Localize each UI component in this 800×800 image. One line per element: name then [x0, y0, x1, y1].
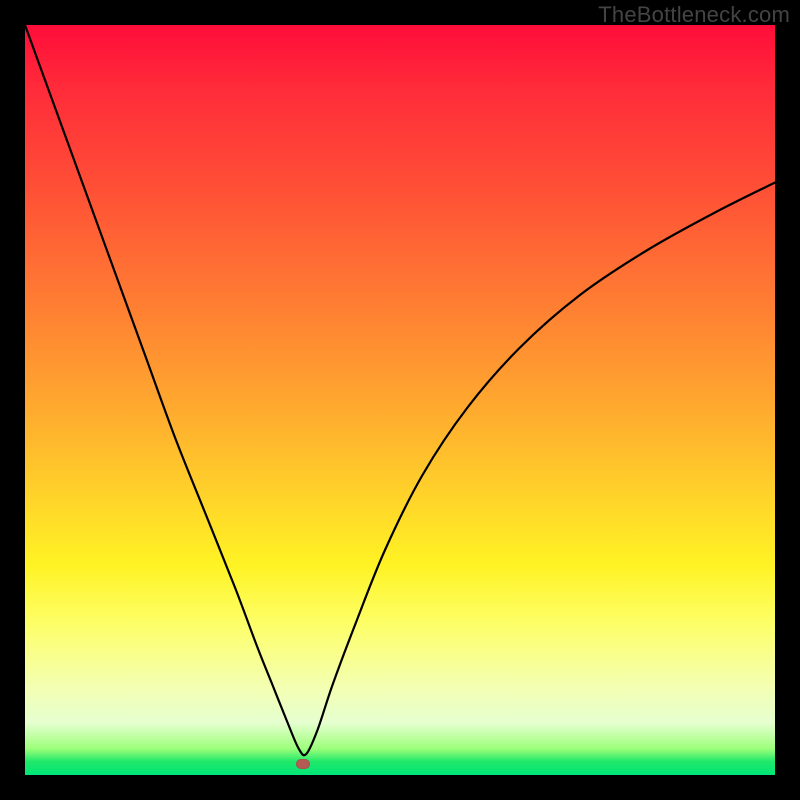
- bottleneck-curve: [25, 25, 775, 775]
- watermark-text: TheBottleneck.com: [598, 2, 790, 28]
- chart-frame: TheBottleneck.com: [0, 0, 800, 800]
- plot-area: [25, 25, 775, 775]
- optimal-marker: [296, 759, 310, 769]
